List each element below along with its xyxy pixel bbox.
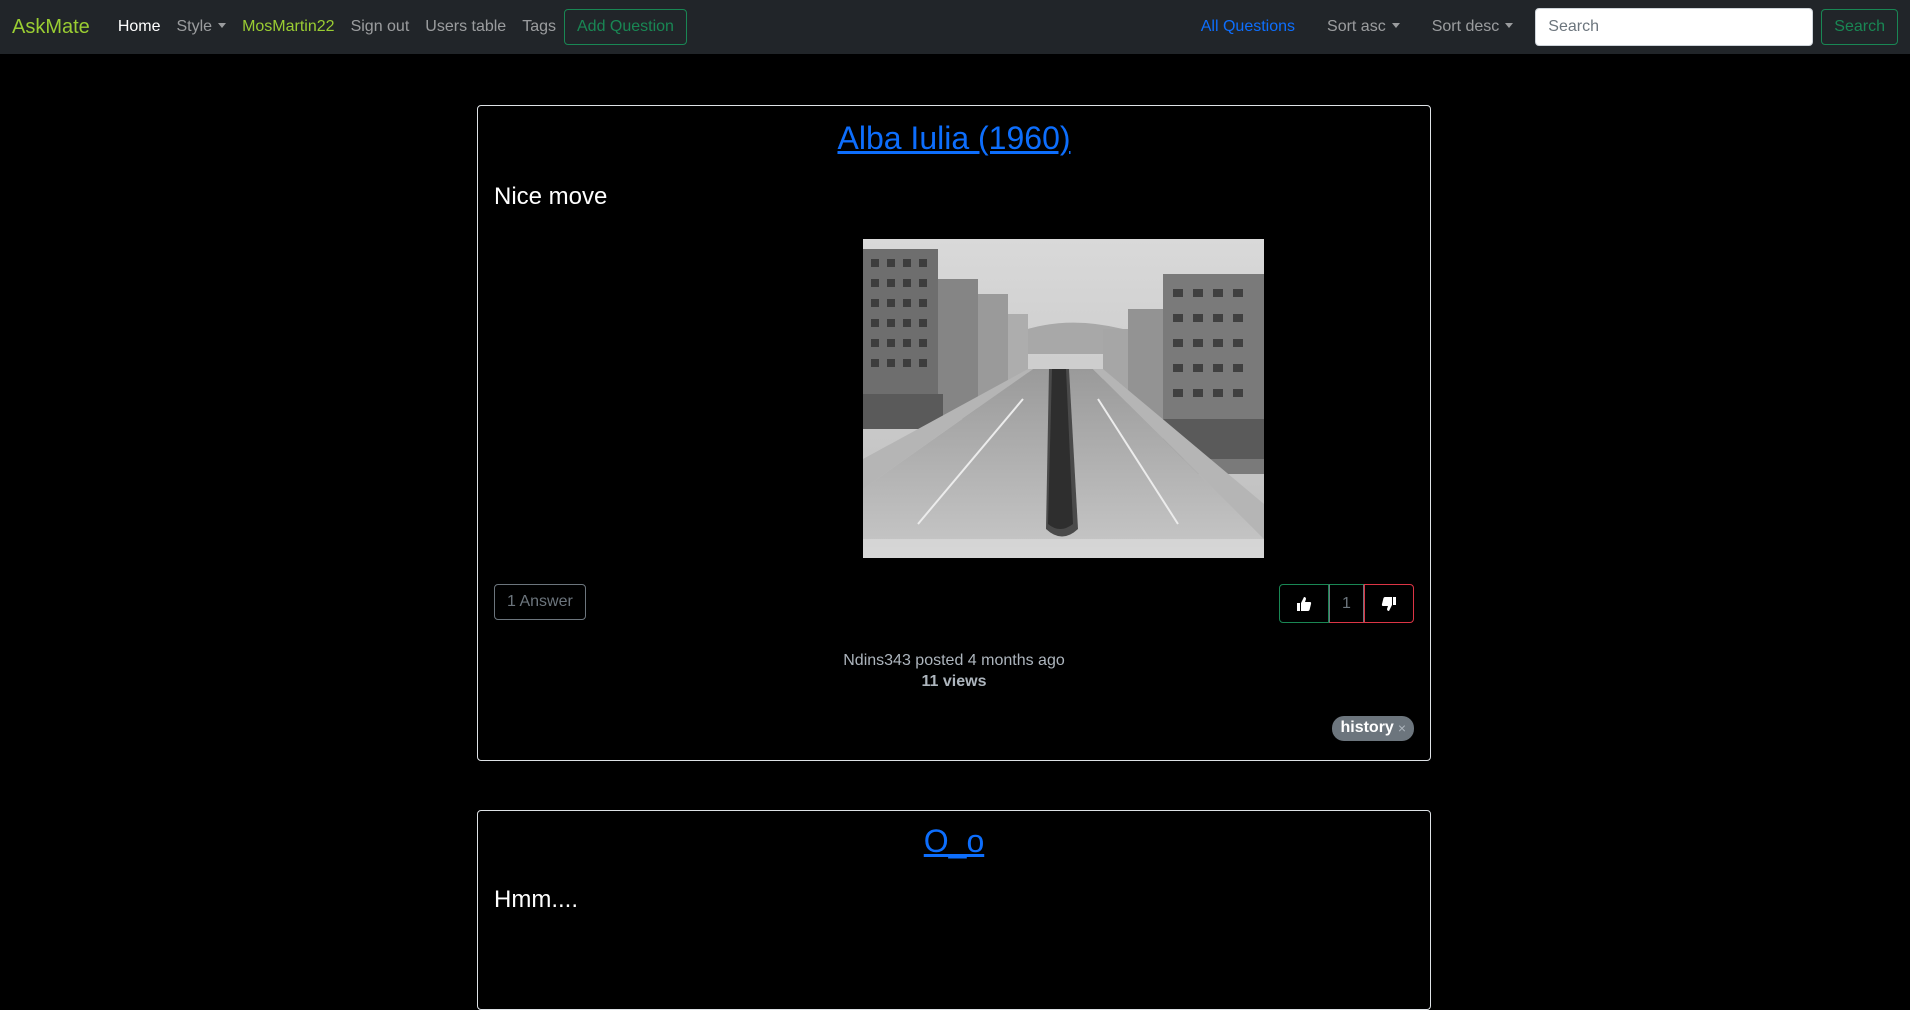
- add-question-button[interactable]: Add Question: [564, 9, 687, 45]
- view-count: 11 views: [921, 673, 987, 690]
- nav-sign-out[interactable]: Sign out: [343, 10, 418, 44]
- question-card: Alba Iulia (1960) Nice move 1 Answer 1 N…: [477, 105, 1431, 761]
- downvote-button[interactable]: [1364, 584, 1414, 623]
- vote-count: 1: [1329, 584, 1364, 623]
- caret-down-icon: [1391, 23, 1400, 28]
- nav-users-table[interactable]: Users table: [417, 10, 514, 44]
- search-button[interactable]: Search: [1821, 9, 1898, 45]
- nav-all-questions[interactable]: All Questions: [1185, 10, 1311, 44]
- upvote-button[interactable]: [1279, 584, 1329, 623]
- question-image: [863, 239, 1264, 558]
- sort-asc-label: Sort asc: [1327, 18, 1386, 35]
- search-input[interactable]: [1535, 8, 1814, 46]
- nav-tags[interactable]: Tags: [514, 10, 564, 44]
- caret-down-icon: [1505, 23, 1514, 28]
- sort-desc-dropdown[interactable]: Sort desc: [1416, 10, 1530, 44]
- question-meta: Ndins343 posted 4 months ago 11 views: [478, 650, 1430, 692]
- question-title-link[interactable]: O_o: [478, 823, 1430, 860]
- brand-logo[interactable]: AskMate: [12, 16, 90, 39]
- question-title-link[interactable]: Alba Iulia (1960): [478, 120, 1430, 157]
- tag-badge[interactable]: history ×: [1332, 716, 1414, 741]
- answers-count-button[interactable]: 1 Answer: [494, 584, 586, 620]
- sort-asc-dropdown[interactable]: Sort asc: [1311, 10, 1416, 44]
- vote-controls: 1: [1279, 584, 1414, 623]
- street-photo-illustration: [863, 239, 1264, 558]
- question-body: Hmm....: [494, 886, 578, 913]
- caret-down-icon: [218, 23, 227, 28]
- nav-right-group: All Questions Sort asc Sort desc Search: [1185, 8, 1898, 46]
- remove-tag-icon[interactable]: ×: [1398, 720, 1406, 736]
- nav-user-profile[interactable]: MosMartin22: [234, 10, 342, 44]
- question-card: O_o Hmm....: [477, 810, 1431, 1010]
- sort-desc-label: Sort desc: [1431, 18, 1500, 35]
- nav-style-label: Style: [176, 18, 213, 35]
- thumbs-down-icon: [1381, 596, 1396, 611]
- tag-label: history: [1340, 719, 1394, 736]
- question-body: Nice move: [494, 183, 608, 210]
- author-line: Ndins343 posted 4 months ago: [843, 652, 1065, 669]
- nav-style-dropdown[interactable]: Style: [169, 10, 235, 44]
- nav-home[interactable]: Home: [110, 10, 169, 44]
- top-navbar: AskMate Home Style MosMartin22 Sign out …: [0, 0, 1910, 54]
- nav-left-group: AskMate Home Style MosMartin22 Sign out …: [12, 9, 687, 45]
- thumbs-up-icon: [1297, 596, 1312, 611]
